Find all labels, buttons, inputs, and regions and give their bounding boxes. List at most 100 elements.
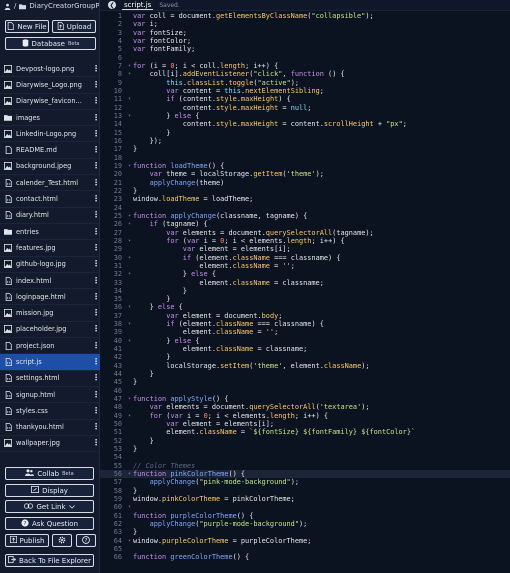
code-line[interactable]: 13 ▾ } else {	[100, 112, 510, 120]
code-line[interactable]: 64 ▾ window.purpleColorTheme = purpleColor…	[100, 537, 510, 545]
code-line[interactable]: 50 var element = elements[i];	[100, 420, 510, 428]
code-line[interactable]: 43 localStorage.setItem('theme', element…	[100, 362, 510, 370]
more-options-icon[interactable]: ⋮	[92, 129, 100, 138]
more-options-icon[interactable]: ⋮	[92, 357, 100, 366]
code-line[interactable]: 57 applyChange("pink-mode-background");	[100, 478, 510, 486]
file-item[interactable]: Diarywise_favicon... ⋮	[0, 94, 100, 110]
code-line[interactable]: 27 var elements = document.querySelector…	[100, 229, 510, 237]
file-item[interactable]: wallpaper.jpg ⋮	[0, 436, 100, 453]
code-line[interactable]: 65	[100, 545, 510, 553]
collab-button[interactable]: Collab Beta	[5, 467, 94, 480]
more-options-icon[interactable]: ⋮	[92, 178, 100, 187]
file-item[interactable]: Devpost-logo.png ⋮	[0, 61, 100, 78]
file-item[interactable]: Linkedin-Logo.png ⋮	[0, 126, 100, 143]
publish-button[interactable]: Publish	[5, 534, 49, 547]
code-line[interactable]: 3 var fontSize;	[100, 29, 510, 37]
code-line[interactable]: 2 var i;	[100, 20, 510, 28]
code-line[interactable]: 45}	[100, 378, 510, 386]
code-line[interactable]: 33 element.className = classname;	[100, 279, 510, 287]
code-line[interactable]: 55 // Color Themes	[100, 462, 510, 470]
chevron-left-icon[interactable]: ❮	[108, 1, 116, 9]
code-line[interactable]: 32 ▾ } else {	[100, 270, 510, 278]
more-options-icon[interactable]: ⋮	[92, 260, 100, 268]
code-line[interactable]: 28 ▾ for (var i = 0; i < elements.length;…	[100, 237, 510, 245]
file-item[interactable]: thankyou.html ⋮	[0, 420, 100, 436]
fold-icon[interactable]	[128, 453, 133, 461]
code-line[interactable]: 40 ▾ } else {	[100, 337, 510, 345]
new-file-button[interactable]: New File	[5, 20, 49, 33]
more-options-icon[interactable]: ⋮	[92, 64, 100, 73]
code-line[interactable]: 49 ▾ for (var i = 0; i < elements.length;…	[100, 412, 510, 420]
more-options-icon[interactable]: ⋮	[92, 113, 100, 122]
more-options-icon[interactable]: ⋮	[92, 146, 100, 154]
project-path[interactable]: DiaryCreatorGroupPr...	[29, 2, 99, 10]
code-line[interactable]: 53}	[100, 445, 510, 453]
file-item[interactable]: contact.html ⋮	[0, 191, 100, 208]
tab-script-js[interactable]: script.js	[122, 1, 154, 10]
code-line[interactable]: 58}	[100, 487, 510, 495]
file-item[interactable]: project.json ⋮	[0, 338, 100, 355]
settings-button[interactable]	[52, 534, 72, 547]
code-line[interactable]: 31 element.className = '';	[100, 262, 510, 270]
more-options-icon[interactable]: ⋮	[92, 195, 100, 203]
user-icon[interactable]	[4, 3, 11, 10]
code-line[interactable]: 25 ▾ function applyChange(classname, tagna…	[100, 212, 510, 220]
fold-icon[interactable]	[128, 204, 133, 212]
code-line[interactable]: 17}	[100, 145, 510, 153]
fold-icon[interactable]	[128, 154, 133, 162]
code-line[interactable]: 51 element.className = `${fontSize} ${fo…	[100, 428, 510, 436]
file-item[interactable]: placeholder.jpg ⋮	[0, 322, 100, 339]
file-item[interactable]: styles.css ⋮	[0, 403, 100, 420]
code-line[interactable]: 9 this.classList.toggle("active");	[100, 79, 510, 87]
code-area[interactable]: 1 var coll = document.getElementsByClassN…	[100, 12, 510, 562]
more-options-icon[interactable]: ⋮	[92, 374, 100, 382]
fold-icon[interactable]	[128, 545, 133, 553]
code-line[interactable]: 30 ▾ if (element.className === classname)…	[100, 254, 510, 262]
code-line[interactable]: 15 }	[100, 129, 510, 137]
code-line[interactable]: 44 }	[100, 370, 510, 378]
code-line[interactable]: 47 ▾ function applyStyle() {	[100, 395, 510, 403]
upload-button[interactable]: Upload	[52, 20, 96, 33]
code-line[interactable]: 22}	[100, 187, 510, 195]
code-line[interactable]: 52 }	[100, 437, 510, 445]
more-options-icon[interactable]: ⋮	[92, 97, 100, 105]
more-options-icon[interactable]: ⋮	[92, 406, 100, 415]
code-line[interactable]: 46	[100, 387, 510, 395]
more-options-icon[interactable]: ⋮	[92, 439, 100, 447]
file-item[interactable]: features.jpg ⋮	[0, 240, 100, 257]
back-to-file-explorer-button[interactable]: Back To File Explorer	[5, 554, 94, 567]
code-line[interactable]: 16 });	[100, 137, 510, 145]
file-item[interactable]: calender_Test.html ⋮	[0, 175, 100, 192]
code-line[interactable]: 48 var elements = document.querySelector…	[100, 403, 510, 411]
code-line[interactable]: 42 }	[100, 353, 510, 361]
code-line[interactable]: 63}	[100, 528, 510, 536]
code-line[interactable]: 10 var content = this.nextElementSibling…	[100, 87, 510, 95]
more-options-icon[interactable]: ⋮	[92, 341, 100, 350]
more-options-icon[interactable]: ⋮	[92, 227, 100, 236]
file-item[interactable]: background.jpeg ⋮	[0, 159, 100, 176]
more-options-icon[interactable]: ⋮	[92, 276, 100, 285]
code-line[interactable]: 35 }	[100, 295, 510, 303]
code-line[interactable]: 60 ▾	[100, 503, 510, 511]
more-options-icon[interactable]: ⋮	[92, 292, 100, 301]
more-options-icon[interactable]: ⋮	[92, 243, 100, 252]
code-line[interactable]: 4 var fontColor;	[100, 37, 510, 45]
code-line[interactable]: 12 content.style.maxHeight = null;	[100, 104, 510, 112]
code-line[interactable]: 61 function purpleColorTheme() {	[100, 512, 510, 520]
file-item[interactable]: entries ⋮	[0, 224, 100, 241]
more-options-icon[interactable]: ⋮	[92, 309, 100, 317]
file-item[interactable]: Diarywise_Logo.png ⋮	[0, 77, 100, 94]
code-line[interactable]: 1 var coll = document.getElementsByClassN…	[100, 12, 510, 20]
code-line[interactable]: 18	[100, 154, 510, 162]
file-item[interactable]: diary.html ⋮	[0, 208, 100, 224]
code-line[interactable]: 24	[100, 204, 510, 212]
more-options-icon[interactable]: ⋮	[92, 423, 100, 431]
code-line[interactable]: 59 window.pinkColorTheme = pinkColorTheme…	[100, 495, 510, 503]
code-line[interactable]: 38 ▾ if (element.className === classname)…	[100, 320, 510, 328]
code-line[interactable]: 56 ▾ function pinkColorTheme() {	[100, 470, 510, 479]
more-options-icon[interactable]: ⋮	[92, 80, 100, 89]
code-line[interactable]: 37 var element = document.body;	[100, 312, 510, 320]
more-options-icon[interactable]: ⋮	[92, 162, 100, 170]
fold-icon[interactable]	[128, 387, 133, 395]
file-item[interactable]: signup.html ⋮	[0, 387, 100, 404]
